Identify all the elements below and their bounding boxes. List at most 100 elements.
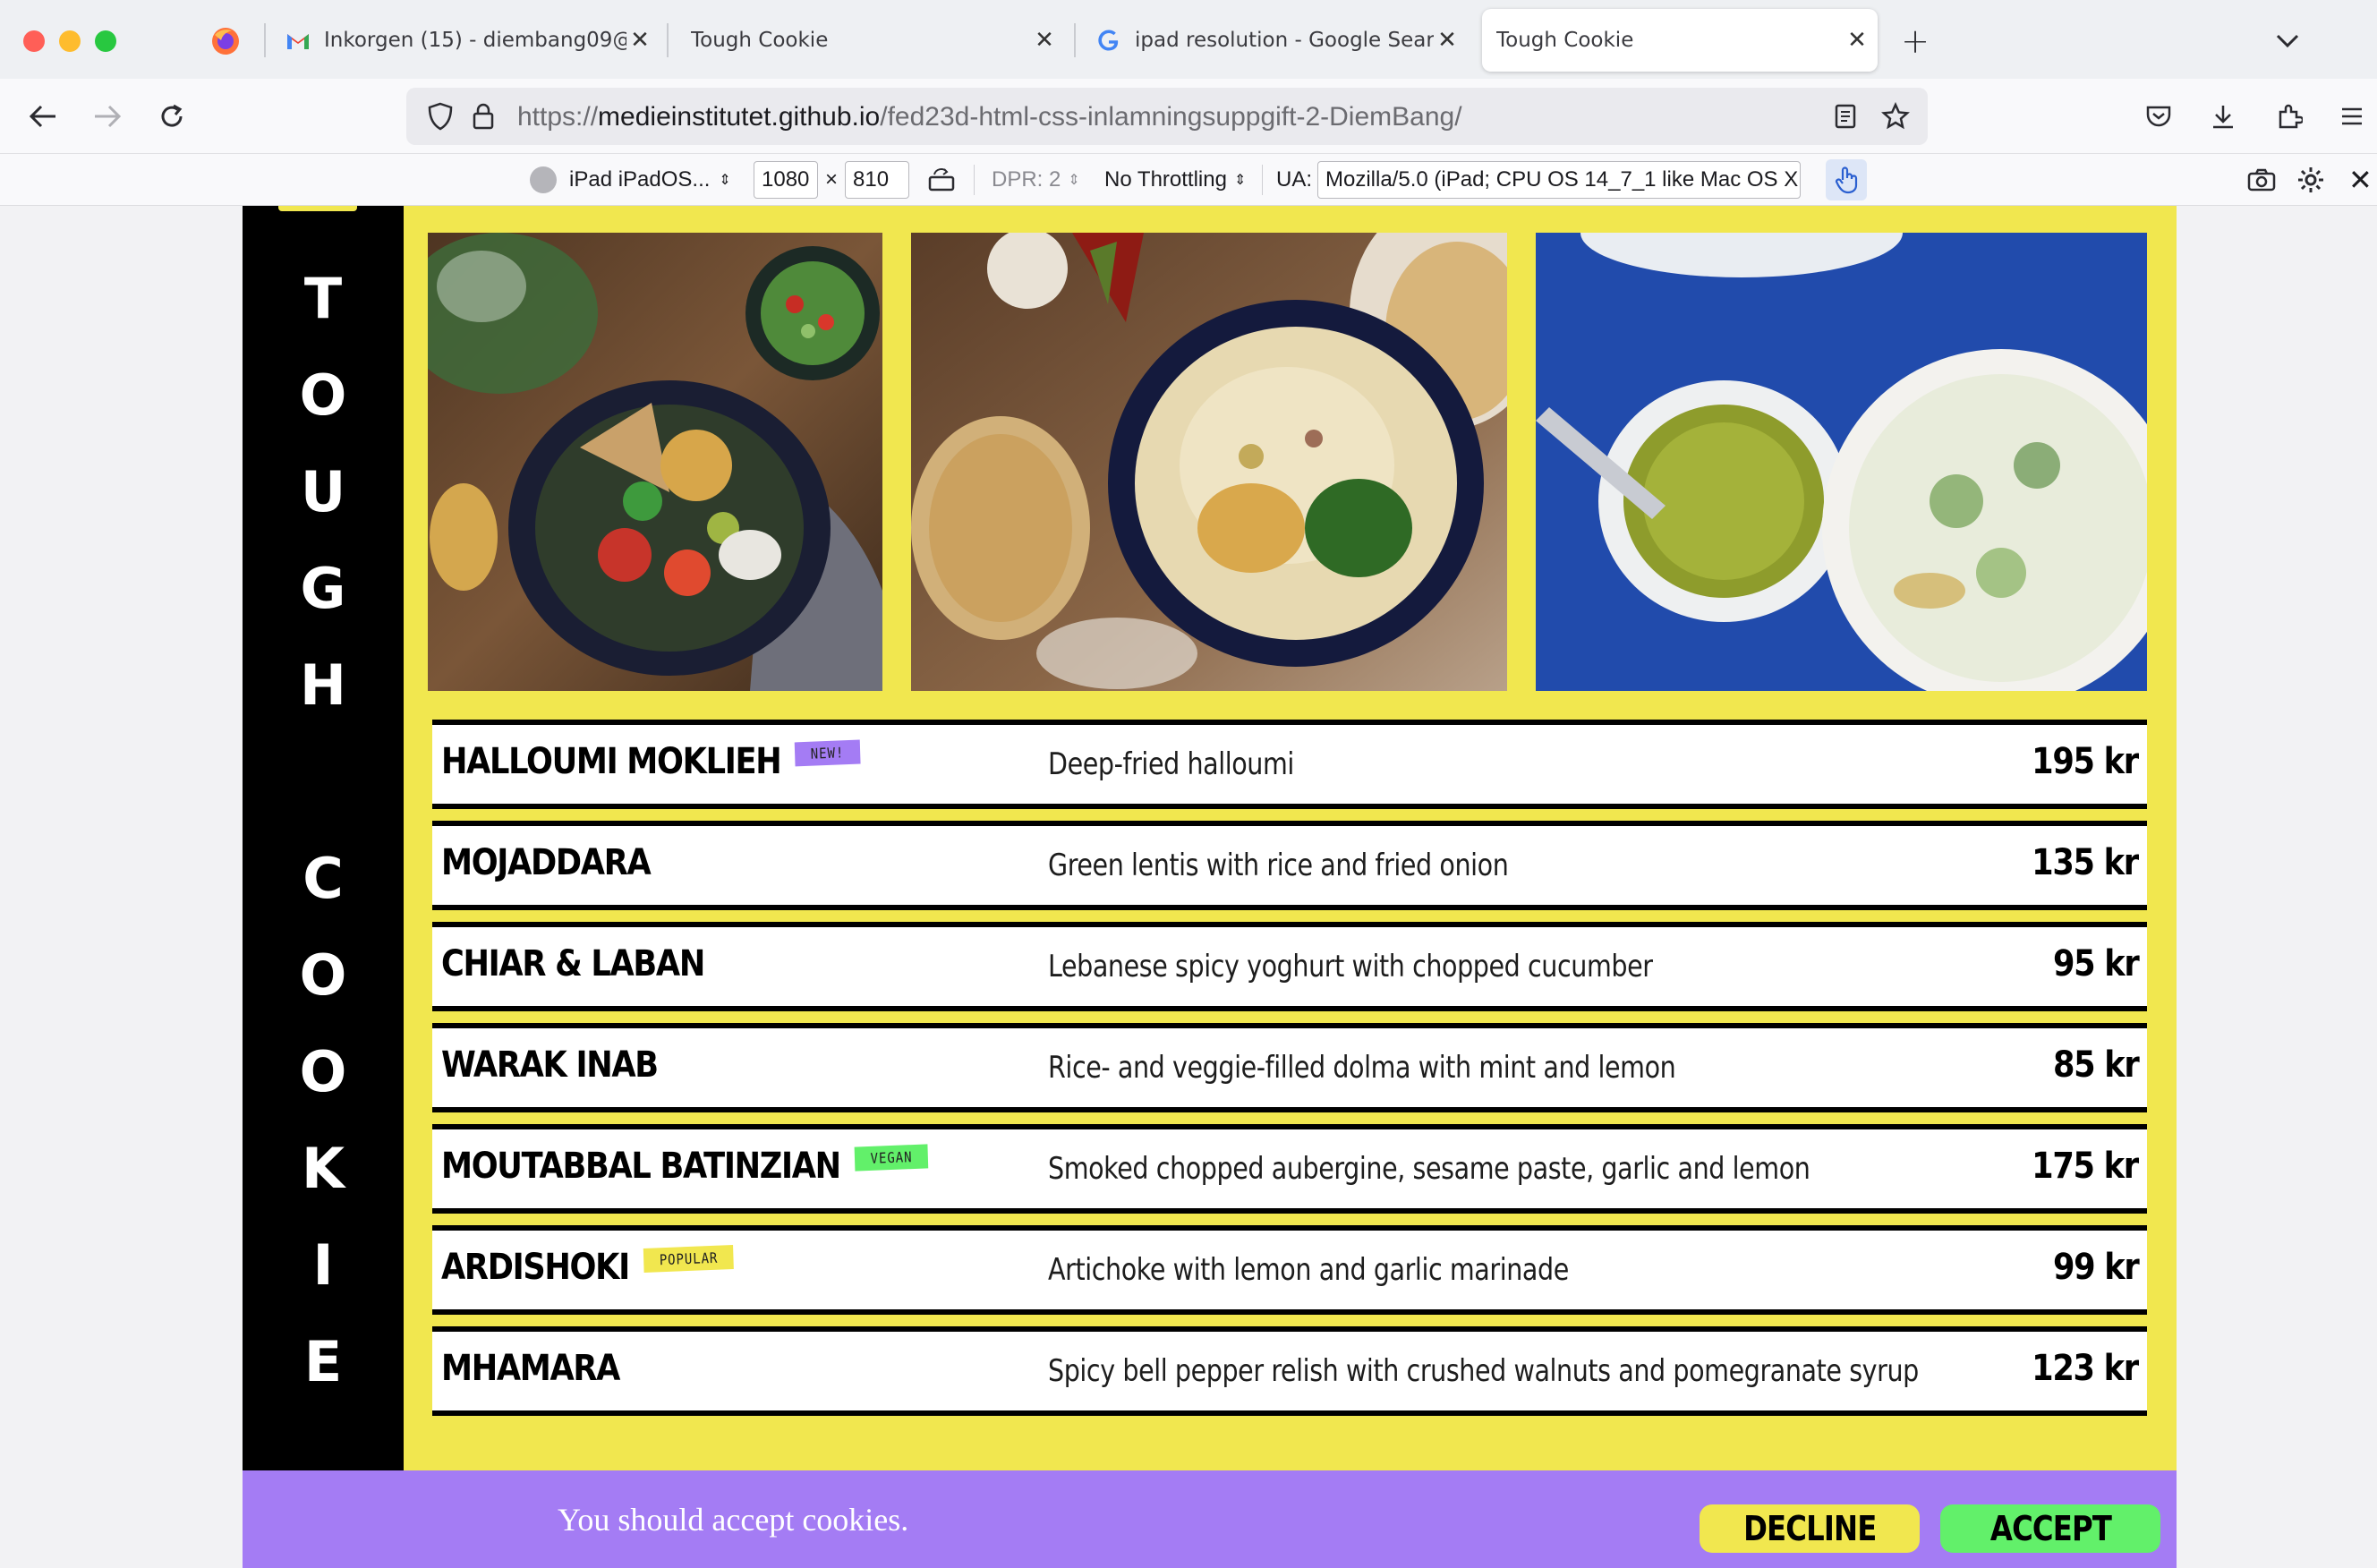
title-letter: G — [300, 556, 346, 621]
tab-google-search[interactable]: ipad resolution - Google Search ✕ — [1095, 9, 1461, 72]
dimension-separator: × — [825, 167, 839, 192]
settings-gear-icon[interactable] — [2296, 161, 2325, 199]
browser-tab-bar: Inkorgen (15) - diembang09@gmail.com ✕ T… — [0, 0, 2377, 79]
menu-item-name-wrap: MOUTABBAL BATINZIAN VEGAN — [441, 1143, 929, 1187]
throttling-selector[interactable]: No Throttling ⇕ — [1104, 161, 1246, 199]
menu-item-name: MOUTABBAL BATINZIAN — [441, 1146, 841, 1187]
zoom-window-button[interactable] — [95, 30, 116, 52]
menu-item: MOJADDARA Green lentis with rice and fri… — [432, 821, 2147, 910]
extensions-icon[interactable] — [2268, 95, 2311, 138]
chevron-updown-icon: ⇕ — [719, 173, 731, 188]
list-all-tabs-icon[interactable] — [2266, 20, 2309, 63]
hamburger-menu-icon[interactable] — [2330, 95, 2373, 138]
title-letter: O — [299, 1039, 347, 1104]
touch-simulation-icon[interactable] — [1826, 159, 1867, 200]
title-letter: I — [312, 1232, 334, 1298]
menu-item: CHIAR & LABAN Lebanese spicy yoghurt wit… — [432, 922, 2147, 1011]
viewport-width-input[interactable]: 1080 — [754, 161, 818, 199]
tab-tough-cookie-active[interactable]: Tough Cookie ✕ — [1482, 9, 1878, 72]
responsive-design-toolbar: iPad iPadOS... ⇕ 1080 × 810 DPR: 2 ⇕ No T… — [0, 154, 2377, 206]
title-letter: U — [300, 459, 346, 524]
url-path: /fed23d-html-css-inlamningsuppgift-2-Die… — [880, 102, 1462, 132]
menu-item-description: Lebanese spicy yoghurt with chopped cucu… — [1048, 949, 1653, 984]
firefox-view-icon[interactable] — [204, 20, 247, 63]
close-window-button[interactable] — [23, 30, 45, 52]
reload-icon[interactable] — [150, 95, 193, 138]
pocket-icon[interactable] — [2137, 95, 2180, 138]
dpr-selector[interactable]: DPR: 2 ⇕ — [992, 161, 1080, 199]
title-letter: O — [299, 362, 347, 428]
menu-item-name-wrap: CHIAR & LABAN — [441, 943, 705, 984]
cookie-message: You should accept cookies. — [558, 1502, 909, 1538]
side-title-banner: T O U G H C O O K I E — [243, 206, 404, 1470]
menu-item-name: HALLOUMI MOKLIEH — [441, 741, 782, 782]
forward-icon[interactable] — [86, 95, 129, 138]
menu-item: MHAMARA Spicy bell pepper relish with cr… — [432, 1326, 2147, 1416]
close-tab-icon[interactable]: ✕ — [1844, 27, 1870, 54]
throttling-label: No Throttling — [1104, 167, 1227, 192]
menu-item-name-wrap: HALLOUMI MOKLIEH NEW! — [441, 739, 861, 782]
title-letter: T — [303, 266, 343, 331]
dpr-label: DPR: 2 — [992, 167, 1061, 192]
user-agent-input[interactable]: Mozilla/5.0 (iPad; CPU OS 14_7_1 like Ma… — [1317, 161, 1801, 199]
rotate-viewport-icon[interactable] — [927, 161, 956, 199]
menu-item-description: Spicy bell pepper relish with crushed wa… — [1048, 1353, 1919, 1389]
new-badge: NEW! — [794, 739, 861, 766]
menu-item-price: 175 kr — [2032, 1146, 2139, 1187]
tracking-protection-shield-icon[interactable] — [419, 95, 462, 138]
close-tab-icon[interactable]: ✕ — [1031, 27, 1058, 54]
cookie-banner: You should accept cookies. DECLINE ACCEP… — [243, 1470, 2177, 1568]
url-prefix: https:// — [517, 102, 599, 132]
menu-item-price: 195 kr — [2032, 741, 2139, 782]
title-letter: E — [303, 1329, 343, 1394]
close-tab-icon[interactable]: ✕ — [1434, 27, 1461, 54]
tab-label: Inkorgen (15) - diembang09@gmail.com — [324, 29, 626, 52]
menu-item-price: 99 kr — [2052, 1247, 2140, 1288]
url-host: medieinstitutet.github.io — [598, 102, 881, 132]
new-tab-icon[interactable]: + — [1894, 20, 1937, 63]
menu-item: ARDISHOKI POPULAR Artichoke with lemon a… — [432, 1225, 2147, 1315]
close-rdm-icon[interactable]: ✕ — [2348, 161, 2373, 199]
device-name: iPad iPadOS... — [569, 167, 711, 192]
viewport-height-input[interactable]: 810 — [845, 161, 909, 199]
title-letter: H — [300, 652, 346, 718]
bookmark-star-icon[interactable] — [1874, 95, 1917, 138]
side-title-letters: T O U G H C O O K I E — [243, 251, 404, 1410]
lock-icon[interactable] — [462, 95, 505, 138]
title-letter: K — [301, 1136, 345, 1201]
reader-view-icon[interactable] — [1824, 95, 1867, 138]
menu-item-name-wrap: MHAMARA — [441, 1348, 620, 1389]
food-photo-salad — [428, 233, 882, 691]
minimize-window-button[interactable] — [59, 30, 81, 52]
close-tab-icon[interactable]: ✕ — [626, 27, 653, 54]
accept-label: ACCEPT — [1989, 1509, 2111, 1548]
title-letter: O — [299, 942, 347, 1008]
tab-gmail[interactable]: Inkorgen (15) - diembang09@gmail.com ✕ — [285, 9, 653, 72]
address-bar[interactable]: https://medieinstitutet.github.io/fed23d… — [406, 88, 1928, 145]
tab-label: ipad resolution - Google Search — [1135, 29, 1434, 52]
url-text[interactable]: https://medieinstitutet.github.io/fed23d… — [517, 102, 1462, 132]
menu-item-description: Deep-fried halloumi — [1048, 746, 1294, 782]
title-letter: C — [302, 846, 344, 911]
decline-cookies-button[interactable]: DECLINE — [1700, 1504, 1920, 1553]
tough-cookie-page: T O U G H C O O K I E HALLOUMI MOKLIEH N… — [243, 206, 2177, 1568]
accept-cookies-button[interactable]: ACCEPT — [1940, 1504, 2160, 1553]
menu-item-price: 123 kr — [2032, 1348, 2139, 1389]
menu-item-price: 85 kr — [2052, 1044, 2140, 1086]
tab-tough-cookie[interactable]: Tough Cookie ✕ — [691, 9, 1058, 72]
device-icon — [530, 166, 557, 193]
navigation-toolbar: https://medieinstitutet.github.io/fed23d… — [0, 79, 2377, 154]
menu-item-name: CHIAR & LABAN — [441, 943, 705, 984]
tab-label: Tough Cookie — [691, 29, 829, 52]
downloads-icon[interactable] — [2202, 95, 2245, 138]
screenshot-camera-icon[interactable] — [2246, 161, 2277, 199]
menu-item-description: Smoked chopped aubergine, sesame paste, … — [1048, 1151, 1810, 1187]
ua-label: UA: — [1276, 167, 1313, 192]
menu-item-name: ARDISHOKI — [441, 1247, 630, 1288]
menu-item: HALLOUMI MOKLIEH NEW! Deep-fried halloum… — [432, 720, 2147, 809]
menu-item-price: 95 kr — [2052, 943, 2140, 984]
device-selector[interactable]: iPad iPadOS... ⇕ — [530, 161, 731, 199]
vegan-badge: VEGAN — [854, 1143, 929, 1172]
side-title-accent — [278, 206, 357, 211]
back-icon[interactable] — [21, 95, 64, 138]
